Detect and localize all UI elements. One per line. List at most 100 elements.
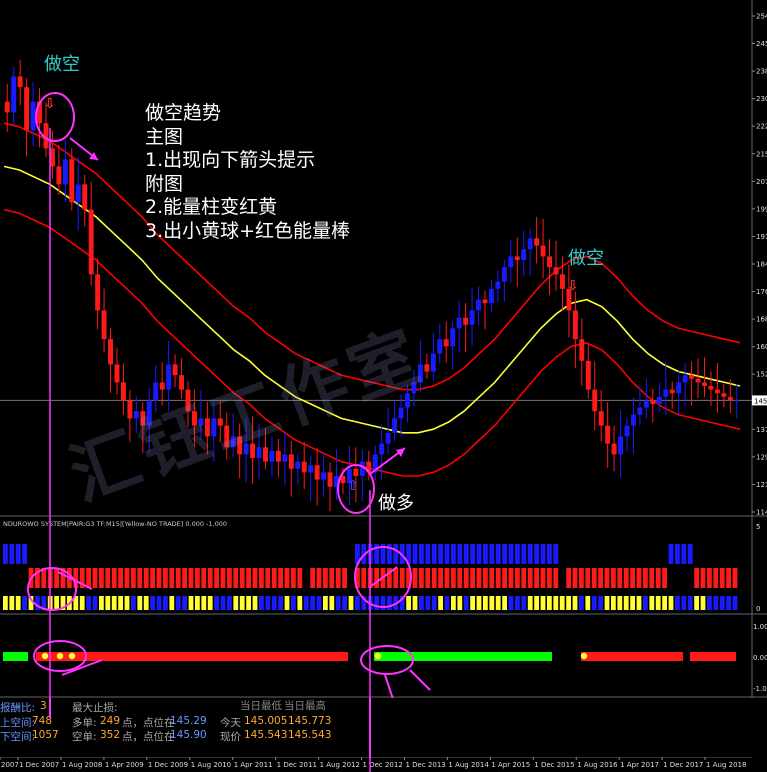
y-tick-label: 114 — [756, 509, 767, 517]
candle-body — [521, 249, 527, 260]
energy-bar-mid — [239, 568, 245, 588]
energy-bar-mid — [393, 568, 399, 588]
candle-body — [17, 76, 23, 88]
candle-body — [463, 317, 469, 325]
energy-bar-bottom — [611, 596, 616, 610]
energy-bar-mid — [579, 568, 584, 588]
candle-body — [585, 360, 591, 390]
candle-body — [282, 454, 288, 462]
x-tick-label: 1 Aug 2014 — [448, 761, 489, 769]
energy-bar-mid — [572, 568, 578, 588]
energy-bar-mid — [713, 568, 719, 588]
signal-bar — [3, 652, 28, 661]
energy-bar-bottom — [291, 596, 296, 610]
candle-body — [120, 382, 126, 401]
energy-bar-mid — [163, 568, 168, 588]
energy-bar-top — [431, 544, 437, 564]
energy-bar-bottom — [54, 596, 59, 610]
energy-bar-mid — [591, 568, 597, 588]
x-tick-label: 1 Apr 2017 — [620, 761, 659, 769]
short-label-top: 做空 — [44, 54, 80, 75]
energy-bar-bottom — [412, 596, 418, 610]
info-text: 报酬比: — [0, 702, 36, 714]
y-tick-label: 230 — [756, 95, 767, 103]
energy-bar-bottom — [195, 596, 200, 610]
energy-bar-bottom — [419, 596, 424, 610]
candle-body — [456, 317, 462, 329]
energy-bar-mid — [707, 568, 712, 588]
down-arrow-icon: ⇩ — [44, 96, 56, 112]
energy-bar-bottom — [271, 596, 277, 610]
info-text: 145.773 — [288, 715, 332, 727]
energy-bar-top — [681, 544, 687, 564]
candle-body — [598, 411, 604, 426]
energy-bar-bottom — [547, 596, 552, 610]
energy-bar-bottom — [444, 596, 450, 610]
candle-body — [676, 382, 682, 394]
energy-bar-mid — [719, 568, 725, 588]
energy-bar-bottom — [9, 596, 15, 610]
candle-body — [643, 400, 649, 408]
energy-bar-top — [419, 544, 424, 564]
energy-bar-bottom — [579, 596, 584, 610]
signal-bar — [581, 652, 683, 661]
x-tick-label: 1 Aug 2018 — [706, 761, 746, 769]
energy-bar-top — [675, 544, 680, 564]
candle-body — [82, 184, 88, 210]
energy-bar-mid — [342, 568, 347, 588]
energy-bar-mid — [604, 568, 610, 588]
candle-body — [11, 76, 17, 113]
candle-body — [385, 432, 391, 444]
energy-bar-mid — [265, 568, 271, 588]
energy-bar-top — [463, 544, 469, 564]
energy-bar-top — [393, 544, 399, 564]
y-tick-label: 191 — [756, 233, 767, 241]
candle-body — [430, 353, 436, 372]
energy-bar-mid — [297, 568, 303, 588]
indicator-axis-low: 0 — [756, 605, 760, 613]
energy-bar-mid — [131, 568, 136, 588]
candle-body — [721, 393, 727, 397]
energy-bar-bottom — [598, 596, 603, 610]
y-tick-label: 160 — [756, 343, 767, 351]
indicator-pane-energy[interactable]: NDUROWO SYSTEM|PAIR:G3 TF:M15|[Yellow-NO… — [0, 517, 767, 615]
candle-body — [514, 256, 520, 260]
candle-body — [734, 400, 740, 402]
energy-bar-mid — [463, 568, 469, 588]
energy-bar-mid — [111, 568, 117, 588]
energy-bar-top — [412, 544, 418, 564]
info-text: 今天 — [220, 717, 241, 729]
candle-body — [527, 238, 533, 250]
long-label: 做多 — [378, 493, 414, 514]
y-tick-label: 245 — [756, 40, 767, 48]
energy-bar-mid — [508, 568, 514, 588]
energy-bar-mid — [495, 568, 501, 588]
energy-bar-bottom — [188, 596, 194, 610]
y-tick-label: 121 — [756, 481, 767, 489]
energy-bar-bottom — [668, 596, 674, 610]
info-text: 352 — [100, 729, 121, 741]
energy-bar-bottom — [137, 596, 143, 610]
energy-bar-bottom — [463, 596, 469, 610]
signal-ball — [68, 652, 76, 660]
energy-bar-bottom — [163, 596, 168, 610]
candle-body — [476, 299, 481, 311]
energy-bar-mid — [553, 568, 559, 588]
candle-body — [547, 256, 552, 268]
energy-bar-mid — [451, 568, 456, 588]
energy-bar-mid — [252, 568, 258, 588]
candle-body — [650, 400, 656, 404]
energy-bar-mid — [316, 568, 322, 588]
energy-bar-bottom — [182, 596, 187, 610]
energy-bar-mid — [278, 568, 283, 588]
energy-bar-mid — [412, 568, 418, 588]
energy-bar-mid — [470, 568, 475, 588]
annotation-arrow — [409, 669, 431, 691]
up-arrow-icon: ⇧ — [347, 478, 359, 494]
energy-bar-bottom — [220, 596, 226, 610]
energy-bar-bottom — [284, 596, 290, 610]
signal-ball — [374, 652, 382, 660]
energy-bar-mid — [636, 568, 642, 588]
energy-bar-top — [502, 544, 507, 564]
indicator-pane-signal[interactable]: 1.00 0.00 -1.00 — [0, 615, 767, 698]
